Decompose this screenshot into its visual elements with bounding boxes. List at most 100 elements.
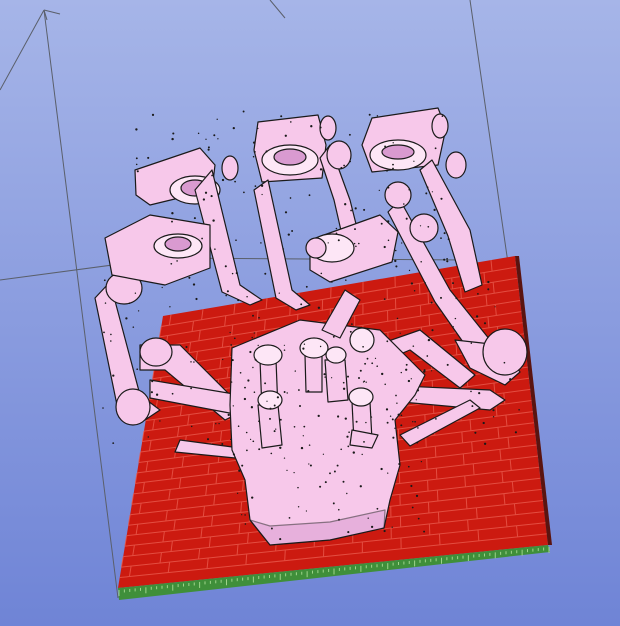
surface-speckle — [250, 406, 254, 409]
surface-speckle — [331, 377, 333, 379]
surface-speckle — [319, 126, 322, 129]
surface-speckle — [258, 316, 260, 319]
surface-speckle — [452, 282, 454, 285]
surface-speckle — [348, 431, 350, 433]
surface-speckle — [446, 258, 448, 260]
surface-speckle — [161, 286, 163, 289]
surface-speckle — [323, 373, 326, 376]
surface-speckle — [350, 209, 352, 212]
surface-speckle — [430, 301, 433, 304]
surface-speckle — [290, 121, 292, 123]
surface-speckle — [307, 390, 310, 393]
surface-speckle — [408, 188, 411, 191]
surface-speckle — [441, 115, 444, 117]
surface-speckle — [151, 380, 154, 383]
surface-speckle — [218, 422, 220, 425]
surface-speckle — [434, 147, 437, 150]
surface-speckle — [320, 272, 323, 275]
surface-speckle — [190, 425, 193, 428]
surface-speckle — [352, 451, 355, 454]
surface-speckle — [387, 186, 390, 189]
surface-speckle — [482, 421, 485, 425]
surface-speckle — [297, 486, 299, 489]
surface-speckle — [324, 481, 327, 484]
surface-speckle — [201, 237, 203, 240]
surface-speckle — [308, 463, 310, 465]
surface-speckle — [355, 245, 357, 248]
surface-speckle — [440, 197, 443, 200]
surface-speckle — [351, 413, 354, 415]
surface-speckle — [476, 292, 479, 295]
surface-speckle — [319, 345, 322, 348]
surface-speckle — [475, 315, 479, 318]
surface-speckle — [417, 517, 420, 520]
surface-speckle — [265, 150, 268, 153]
surface-speckle — [514, 431, 517, 434]
surface-speckle — [392, 163, 394, 166]
surface-speckle — [246, 449, 248, 452]
surface-speckle — [335, 232, 338, 235]
surface-speckle — [279, 446, 282, 449]
surface-speckle — [324, 376, 326, 378]
surface-speckle — [195, 297, 198, 301]
surface-speckle — [215, 423, 217, 425]
surface-speckle — [128, 302, 131, 305]
surface-speckle — [270, 452, 273, 455]
surface-speckle — [103, 331, 105, 334]
surface-speckle — [251, 496, 254, 499]
surface-speckle — [343, 164, 345, 167]
surface-speckle — [389, 415, 392, 417]
surface-speckle — [361, 453, 363, 456]
surface-speckle — [227, 413, 230, 417]
surface-speckle — [251, 336, 253, 339]
surface-speckle — [302, 347, 305, 350]
surface-speckle — [353, 242, 356, 245]
surface-speckle — [329, 472, 331, 475]
surface-speckle — [279, 538, 282, 541]
3d-viewport[interactable] — [0, 0, 620, 626]
surface-speckle — [247, 379, 250, 382]
surface-speckle — [474, 431, 477, 434]
surface-speckle — [410, 282, 414, 285]
surface-speckle — [405, 217, 408, 220]
surface-speckle — [226, 290, 229, 293]
surface-speckle — [443, 232, 446, 235]
surface-speckle — [344, 417, 347, 420]
surface-speckle — [231, 272, 234, 275]
surface-speckle — [426, 186, 429, 189]
surface-speckle — [245, 431, 248, 434]
surface-speckle — [212, 219, 215, 222]
surface-speckle — [424, 282, 426, 284]
surface-speckle — [207, 146, 210, 149]
surface-speckle — [509, 378, 512, 381]
surface-speckle — [305, 510, 308, 512]
surface-speckle — [283, 457, 286, 459]
surface-speckle — [392, 167, 394, 170]
bed-grid-brick — [428, 314, 431, 326]
surface-speckle — [159, 420, 161, 422]
surface-speckle — [171, 220, 173, 223]
surface-speckle — [234, 180, 237, 183]
scene-canvas[interactable] — [0, 0, 620, 626]
surface-speckle — [431, 329, 434, 332]
surface-speckle — [483, 442, 487, 445]
surface-speckle — [260, 242, 262, 244]
surface-speckle — [319, 168, 323, 171]
surface-speckle — [425, 192, 428, 195]
surface-speckle — [289, 197, 292, 199]
surface-speckle — [376, 365, 378, 367]
surface-speckle — [269, 407, 272, 410]
surface-speckle — [470, 342, 473, 344]
surface-speckle — [345, 279, 347, 281]
surface-speckle — [270, 527, 273, 530]
surface-speckle — [338, 508, 340, 511]
surface-speckle — [303, 343, 306, 345]
surface-speckle — [172, 132, 175, 135]
surface-speckle — [400, 414, 403, 417]
surface-speckle — [239, 371, 242, 374]
surface-speckle — [384, 145, 387, 148]
surface-speckle — [193, 217, 196, 220]
surface-speckle — [391, 418, 394, 421]
surface-speckle — [232, 405, 234, 407]
surface-speckle — [383, 298, 386, 300]
